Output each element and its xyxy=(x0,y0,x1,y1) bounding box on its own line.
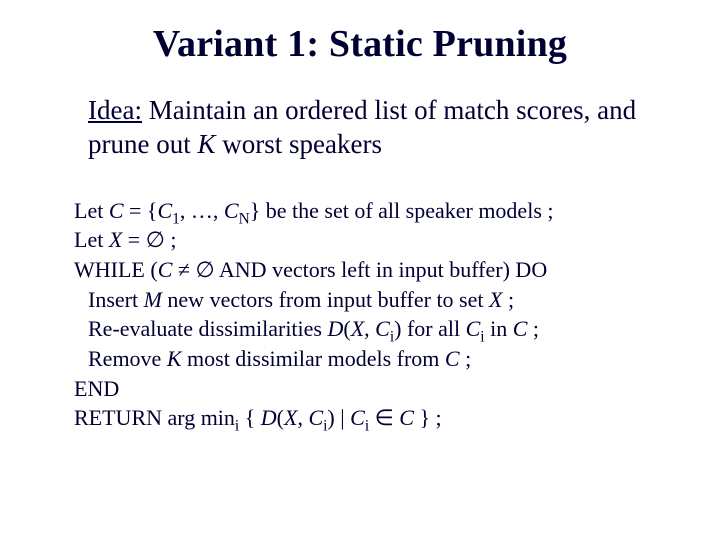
text: ; xyxy=(460,346,472,371)
text: = xyxy=(122,227,145,252)
var-C: C xyxy=(158,257,173,282)
var-D: D xyxy=(261,405,277,430)
text: } be the set of all speaker models ; xyxy=(250,198,554,223)
text: , …, xyxy=(180,198,224,223)
var-K: K xyxy=(167,346,182,371)
text: = { xyxy=(124,198,158,223)
text: ) for all xyxy=(394,316,465,341)
algo-line-5: Re-evaluate dissimilarities D(X, Ci) for… xyxy=(74,314,660,344)
var-C: C xyxy=(109,198,124,223)
algorithm-block: Let C = {C1, …, CN} be the set of all sp… xyxy=(60,196,660,434)
text: Let xyxy=(74,198,109,223)
var-X: X xyxy=(284,405,297,430)
text: , xyxy=(364,316,375,341)
text: ; xyxy=(165,227,177,252)
text: ; xyxy=(527,316,539,341)
text: ( xyxy=(343,316,350,341)
text: ; xyxy=(502,287,514,312)
text: RETURN arg min xyxy=(74,405,235,430)
text: Remove xyxy=(88,346,167,371)
text: Re-evaluate dissimilarities xyxy=(88,316,328,341)
text: Let xyxy=(74,227,109,252)
text: ≠ xyxy=(172,257,195,282)
text: in xyxy=(485,316,513,341)
var-C1: C xyxy=(157,198,172,223)
algo-line-2: Let X = ∅ ; xyxy=(74,225,660,255)
text: , xyxy=(297,405,308,430)
var-C: C xyxy=(399,405,414,430)
idea-K: K xyxy=(197,129,215,159)
text: AND vectors left in input buffer) DO xyxy=(215,257,548,282)
algo-line-7: END xyxy=(74,374,660,404)
emptyset-icon: ∅ xyxy=(195,257,214,282)
var-X: X xyxy=(489,287,502,312)
slide-title: Variant 1: Static Pruning xyxy=(60,22,660,66)
text: WHILE ( xyxy=(74,257,158,282)
idea-paragraph: Idea: Maintain an ordered list of match … xyxy=(60,94,660,162)
sub-N: N xyxy=(239,210,250,227)
text: ( xyxy=(277,405,284,430)
emptyset-icon: ∅ xyxy=(146,227,165,252)
idea-text-2: worst speakers xyxy=(216,129,382,159)
algo-line-4: Insert M new vectors from input buffer t… xyxy=(74,285,660,315)
slide: Variant 1: Static Pruning Idea: Maintain… xyxy=(0,0,720,540)
text: { xyxy=(239,405,261,430)
idea-label: Idea: xyxy=(88,95,142,125)
text: new vectors from input buffer to set xyxy=(162,287,489,312)
text: } ; xyxy=(414,405,442,430)
text: ∈ xyxy=(369,405,399,430)
text: Insert xyxy=(88,287,144,312)
algo-line-1: Let C = {C1, …, CN} be the set of all sp… xyxy=(74,196,660,226)
algo-line-3: WHILE (C ≠ ∅ AND vectors left in input b… xyxy=(74,255,660,285)
text: ) | xyxy=(327,405,350,430)
var-CN: C xyxy=(224,198,239,223)
var-C: C xyxy=(513,316,528,341)
text: most dissimilar models from xyxy=(182,346,445,371)
var-C: C xyxy=(445,346,460,371)
var-X: X xyxy=(351,316,364,341)
var-Ci: C xyxy=(308,405,323,430)
algo-line-6: Remove K most dissimilar models from C ; xyxy=(74,344,660,374)
var-X: X xyxy=(109,227,122,252)
var-Ci: C xyxy=(375,316,390,341)
var-Ci: C xyxy=(350,405,365,430)
var-D: D xyxy=(328,316,344,341)
algo-line-8: RETURN arg mini { D(X, Ci) | Ci ∈ C } ; xyxy=(74,403,660,433)
var-M: M xyxy=(144,287,162,312)
var-Ci: C xyxy=(466,316,481,341)
